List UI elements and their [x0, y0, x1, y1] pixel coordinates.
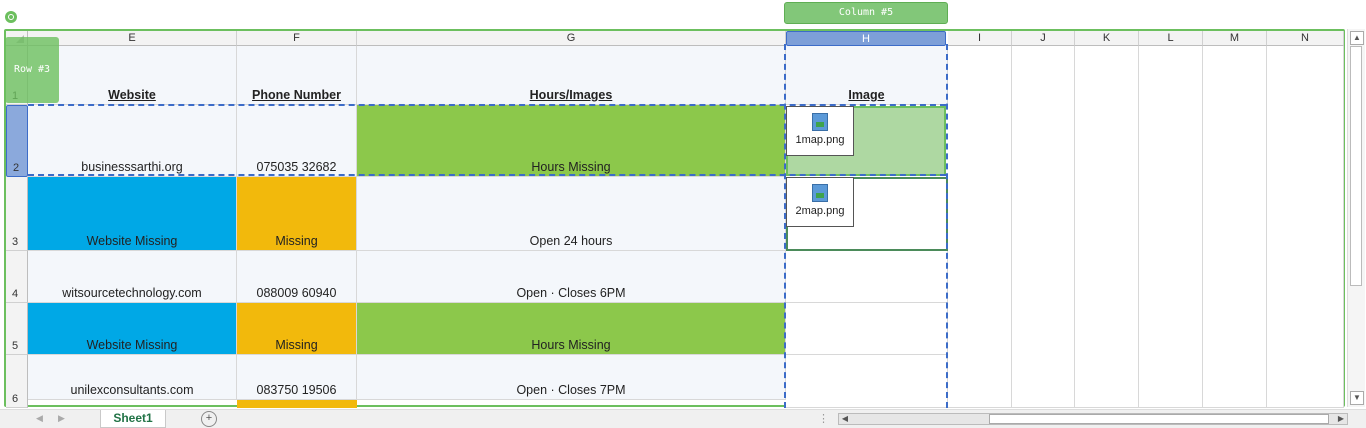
column-l-cells[interactable]: [1139, 46, 1203, 408]
row-header-3[interactable]: 3: [6, 177, 28, 251]
cell-phone-row3[interactable]: Missing: [237, 177, 357, 251]
spreadsheet-window: Column #5 E F G H I J K L M N 1 2 3 4 5 …: [0, 0, 1366, 428]
row-header-4[interactable]: 4: [6, 251, 28, 303]
sheet-next-icon[interactable]: ▶: [58, 413, 65, 424]
cell-website-row3[interactable]: Website Missing: [28, 177, 237, 251]
sheet-tab-bar: ◀ ▶ Sheet1 + ⋮ ◀ ▶: [0, 409, 1366, 428]
header-image[interactable]: Image: [786, 46, 948, 105]
row-number: 2: [13, 162, 20, 174]
column-m-cells[interactable]: [1203, 46, 1267, 408]
horizontal-scroll-thumb[interactable]: [989, 414, 1329, 424]
column-header-k[interactable]: K: [1075, 31, 1139, 46]
row-number: 6: [12, 393, 19, 405]
row-header-6[interactable]: 6: [6, 355, 28, 408]
row-header-5[interactable]: 5: [6, 303, 28, 355]
vertical-scrollbar[interactable]: ▲ ▼: [1347, 29, 1365, 407]
column-header-l[interactable]: L: [1139, 31, 1203, 46]
header-website[interactable]: Website: [28, 46, 237, 105]
sheet-tab-sheet1[interactable]: Sheet1: [100, 410, 166, 428]
column-i-cells[interactable]: [948, 46, 1012, 408]
cell-phone-row5[interactable]: Missing: [237, 303, 357, 355]
row-overlay-tag: Row #3: [5, 37, 59, 103]
column-k-cells[interactable]: [1075, 46, 1139, 408]
cell-website-row2[interactable]: businesssarthi.org: [28, 105, 237, 177]
image-file-icon: [812, 113, 828, 131]
image-file-name: 2map.png: [795, 205, 845, 217]
scroll-left-icon[interactable]: ◀: [839, 414, 851, 424]
horizontal-scrollbar[interactable]: ◀ ▶: [838, 413, 1348, 425]
vertical-scroll-thumb[interactable]: [1350, 46, 1362, 286]
cell-website-row6[interactable]: unilexconsultants.com: [28, 355, 237, 400]
scroll-up-icon[interactable]: ▲: [1350, 31, 1364, 45]
row-number: 3: [12, 236, 19, 248]
header-hours-images[interactable]: Hours/Images: [357, 46, 786, 105]
cell-image-row6[interactable]: [786, 355, 948, 408]
cell-image-row5[interactable]: [786, 303, 948, 355]
cell-phone-row2[interactable]: 075035 32682: [237, 105, 357, 177]
column-header-i[interactable]: I: [948, 31, 1012, 46]
scroll-right-icon[interactable]: ▶: [1335, 414, 1347, 424]
cell-hours-row4[interactable]: Open · Closes 6PM: [357, 251, 786, 303]
add-sheet-icon[interactable]: +: [201, 411, 217, 427]
cell-website-row4[interactable]: witsourcetechnology.com: [28, 251, 237, 303]
cell-phone-row7-partial: [237, 400, 357, 408]
cell-hours-row3[interactable]: Open 24 hours: [357, 177, 786, 251]
column-n-cells[interactable]: [1267, 46, 1344, 408]
column-header-n[interactable]: N: [1267, 31, 1344, 46]
target-icon: [5, 11, 17, 23]
column-header-j[interactable]: J: [1012, 31, 1075, 46]
column-overlay-tag: Column #5: [784, 2, 948, 24]
cell-phone-row6[interactable]: 083750 19506: [237, 355, 357, 400]
column-header-e[interactable]: E: [28, 31, 237, 46]
image-file-1map[interactable]: 1map.png: [786, 106, 854, 156]
row-number: 4: [12, 288, 19, 300]
row-number: 5: [12, 340, 19, 352]
scroll-down-icon[interactable]: ▼: [1350, 391, 1364, 405]
cell-image-row4[interactable]: [786, 251, 948, 303]
image-file-icon: [812, 184, 828, 202]
image-file-name: 1map.png: [795, 134, 845, 146]
tab-split-handle-icon[interactable]: ⋮: [818, 412, 829, 425]
column-header-m[interactable]: M: [1203, 31, 1267, 46]
column-j-cells[interactable]: [1012, 46, 1075, 408]
sheet-prev-icon[interactable]: ◀: [36, 413, 43, 424]
cell-hours-row5[interactable]: Hours Missing: [357, 303, 786, 355]
column-header-g[interactable]: G: [357, 31, 786, 46]
cell-phone-row4[interactable]: 088009 60940: [237, 251, 357, 303]
cell-website-row5[interactable]: Website Missing: [28, 303, 237, 355]
image-file-2map[interactable]: 2map.png: [786, 177, 854, 227]
cell-hours-row6[interactable]: Open · Closes 7PM: [357, 355, 786, 400]
header-phone-number[interactable]: Phone Number: [237, 46, 357, 105]
cell-hours-row2[interactable]: Hours Missing: [357, 105, 786, 177]
row-header-2[interactable]: 2: [6, 105, 28, 177]
column-header-f[interactable]: F: [237, 31, 357, 46]
column-header-h[interactable]: H: [786, 31, 946, 46]
